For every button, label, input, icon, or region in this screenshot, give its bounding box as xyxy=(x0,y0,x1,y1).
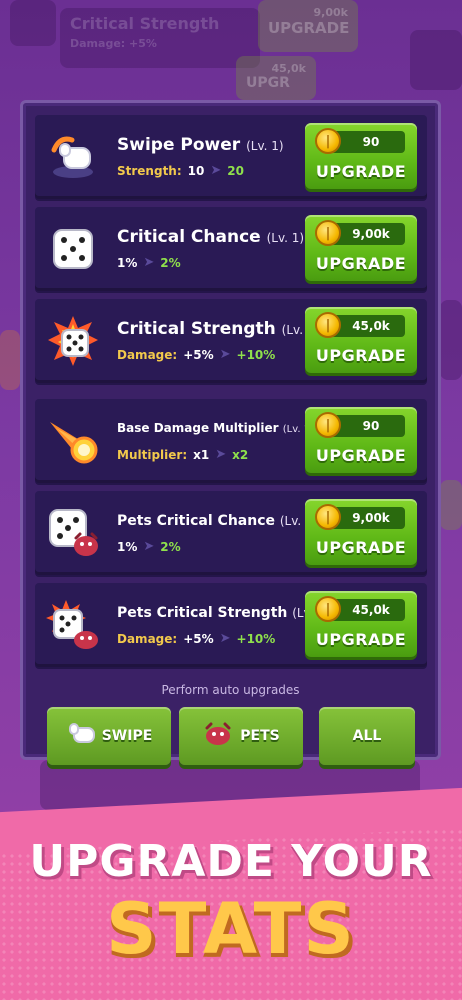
upgrade-row-pets-critical-strength: Pets Critical Strength (Lv. 1) Damage: +… xyxy=(35,583,427,667)
upgrade-button-label: UPGRADE xyxy=(315,630,407,649)
upgrade-title: Swipe Power (Lv. 1) xyxy=(117,135,284,155)
upgrade-button[interactable]: 90 | UPGRADE xyxy=(305,407,417,473)
upgrade-button[interactable]: 9,00k | UPGRADE xyxy=(305,499,417,565)
upgrade-button[interactable]: 45,0k | UPGRADE xyxy=(305,591,417,657)
upgrade-row-pets-critical-chance: Pets Critical Chance (Lv. 1) 1% ➤ 2% 9,0… xyxy=(35,491,427,575)
auto-pets-button[interactable]: PETS xyxy=(179,707,303,765)
upgrade-button-label: UPGRADE xyxy=(315,254,407,273)
upgrade-stats: Strength: 10 ➤ 20 xyxy=(117,163,244,178)
background-upgrade-button: 9,00k UPGRADE xyxy=(258,0,358,52)
upgrade-title: Pets Critical Chance (Lv. 1) xyxy=(117,513,318,529)
upgrade-row-critical-strength: Critical Strength (Lv. 1) Damage: +5% ➤ … xyxy=(35,299,427,383)
background-upgrade-label-2: UPGR xyxy=(246,75,290,91)
coin-icon: | xyxy=(315,596,341,622)
stat-key: Damage: xyxy=(117,347,178,362)
dice-icon xyxy=(43,219,103,279)
upgrade-stats: 1% ➤ 2% xyxy=(117,255,181,270)
stat-key: Damage: xyxy=(117,631,178,646)
stat-current: 1% xyxy=(117,539,138,554)
swipe-hand-icon xyxy=(66,722,96,750)
stat-next: +10% xyxy=(236,347,276,362)
upgrade-title: Critical Strength (Lv. 1) xyxy=(117,319,320,339)
promo-title-line-2: STATS xyxy=(106,888,356,970)
upgrade-title: Base Damage Multiplier (Lv. 1) xyxy=(117,421,315,435)
background-title: Critical Strength xyxy=(70,14,220,33)
arrow-right-icon: ➤ xyxy=(219,347,231,362)
coin-icon: | xyxy=(315,128,341,154)
upgrade-stats: Damage: +5% ➤ +10% xyxy=(117,347,275,362)
stat-next: 2% xyxy=(160,255,181,270)
upgrade-stats: 1% ➤ 2% xyxy=(117,539,181,554)
upgrade-panel: Swipe Power (Lv. 1) Strength: 10 ➤ 20 90… xyxy=(20,100,441,765)
stat-current: 10 xyxy=(187,163,205,178)
stat-next: 20 xyxy=(227,163,244,178)
swipe-hand-icon xyxy=(43,127,103,187)
upgrade-button-label: UPGRADE xyxy=(315,446,407,465)
coin-icon: | xyxy=(315,504,341,530)
auto-all-label: ALL xyxy=(352,728,382,744)
pet-icon xyxy=(202,722,234,750)
upgrade-button[interactable]: 90 | UPGRADE xyxy=(305,123,417,189)
background-card: Critical Strength Damage: +5% xyxy=(60,8,260,68)
stat-key: Strength: xyxy=(117,163,182,178)
arrow-right-icon: ➤ xyxy=(219,631,231,646)
arrow-right-icon: ➤ xyxy=(143,539,155,554)
background-side-card-3 xyxy=(440,480,462,530)
background-dice-tile-2 xyxy=(410,30,462,90)
coin-icon: | xyxy=(315,312,341,338)
background-dice-tile xyxy=(10,0,56,46)
stat-current: +5% xyxy=(183,347,214,362)
upgrade-stats: Multiplier: x1 ➤ x2 xyxy=(117,447,248,462)
stat-next: x2 xyxy=(232,447,249,462)
upgrade-button-label: UPGRADE xyxy=(315,162,407,181)
auto-pets-label: PETS xyxy=(240,728,280,744)
upgrade-button[interactable]: 9,00k | UPGRADE xyxy=(305,215,417,281)
auto-swipe-button[interactable]: SWIPE xyxy=(47,707,171,765)
stat-key: Multiplier: xyxy=(117,447,188,462)
auto-all-button[interactable]: ALL xyxy=(319,707,415,765)
upgrade-button-label: UPGRADE xyxy=(315,538,407,557)
exploding-dice-icon xyxy=(43,311,103,371)
upgrade-button-label: UPGRADE xyxy=(315,346,407,365)
arrow-right-icon: ➤ xyxy=(215,447,227,462)
arrow-right-icon: ➤ xyxy=(143,255,155,270)
background-side-card-2 xyxy=(440,300,462,380)
stat-next: 2% xyxy=(160,539,181,554)
background-price: 9,00k xyxy=(313,6,348,19)
background-side-card xyxy=(0,330,20,390)
coin-icon: | xyxy=(315,412,341,438)
upgrade-row-base-damage-multiplier: Base Damage Multiplier (Lv. 1) Multiplie… xyxy=(35,399,427,483)
stat-current: 1% xyxy=(117,255,138,270)
arrow-right-icon: ➤ xyxy=(210,163,222,178)
background-price-2: 45,0k xyxy=(271,62,306,75)
promo-title-line-1: UPGRADE YOUR xyxy=(29,836,433,887)
upgrade-title: Pets Critical Strength (Lv. 1) xyxy=(117,605,330,621)
upgrade-row-critical-chance: Critical Chance (Lv. 1) 1% ➤ 2% 9,00k | … xyxy=(35,207,427,291)
stat-next: +10% xyxy=(236,631,276,646)
background-upgrade-button-2: 45,0k UPGR xyxy=(236,56,316,100)
background-upgrade-label: UPGRADE xyxy=(268,19,350,37)
upgrade-button[interactable]: 45,0k | UPGRADE xyxy=(305,307,417,373)
auto-swipe-label: SWIPE xyxy=(101,728,153,744)
upgrade-stats: Damage: +5% ➤ +10% xyxy=(117,631,275,646)
comet-icon xyxy=(43,411,103,471)
auto-upgrade-label: Perform auto upgrades xyxy=(161,683,300,697)
pet-dice-icon xyxy=(43,503,103,563)
background-damage: Damage: +5% xyxy=(70,37,157,50)
coin-icon: | xyxy=(315,220,341,246)
upgrade-title: Critical Chance (Lv. 1) xyxy=(117,227,305,247)
stat-current: +5% xyxy=(183,631,214,646)
stat-current: x1 xyxy=(193,447,210,462)
pet-exploding-dice-icon xyxy=(43,595,103,655)
upgrade-row-swipe-power: Swipe Power (Lv. 1) Strength: 10 ➤ 20 90… xyxy=(35,115,427,199)
